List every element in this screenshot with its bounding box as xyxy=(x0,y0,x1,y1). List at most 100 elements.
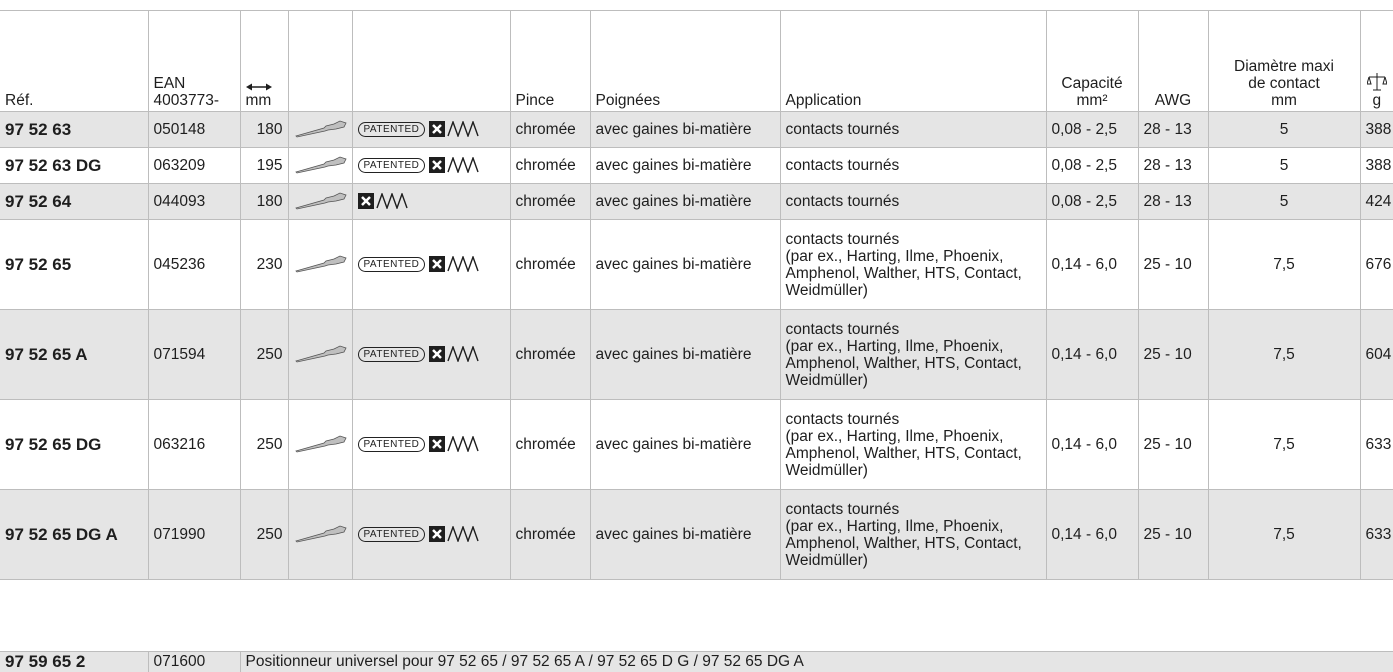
cell-features: PATENTED xyxy=(352,310,510,400)
cell-length: 250 xyxy=(240,400,288,490)
cell-diametre: 5 xyxy=(1208,148,1360,184)
cell-weight: 633 xyxy=(1360,490,1393,580)
cell-application: contacts tournés(par ex., Harting, Ilme,… xyxy=(780,400,1046,490)
header-row: Réf. EAN4003773- mm Pince Poignées Appli… xyxy=(0,11,1393,112)
cell-image xyxy=(288,148,352,184)
cell-application: contacts tournés xyxy=(780,184,1046,220)
ratchet-icon xyxy=(429,436,445,452)
ratchet-icon xyxy=(429,256,445,272)
spring-icon xyxy=(447,157,479,173)
cell-features: PATENTED xyxy=(352,148,510,184)
spring-icon xyxy=(447,436,479,452)
cell-capacite: 0,14 - 6,0 xyxy=(1046,400,1138,490)
cell-weight: 388 xyxy=(1360,112,1393,148)
cell-weight: 604 xyxy=(1360,310,1393,400)
ratchet-icon xyxy=(358,193,374,209)
ratchet-icon xyxy=(429,526,445,542)
table-row: 97 52 65 DG 063216 250 PATENTED chromée … xyxy=(0,400,1393,490)
cell-pince: chromée xyxy=(510,148,590,184)
cell-diametre: 7,5 xyxy=(1208,310,1360,400)
header-application: Application xyxy=(780,11,1046,112)
table-row: 97 52 63 050148 180 PATENTED chromée ave… xyxy=(0,112,1393,148)
cell-ean: 050148 xyxy=(148,112,240,148)
patented-badge: PATENTED xyxy=(358,527,426,542)
cell-poignees: avec gaines bi-matière xyxy=(590,400,780,490)
cell-awg: 28 - 13 xyxy=(1138,184,1208,220)
cell-awg: 25 - 10 xyxy=(1138,220,1208,310)
cell-features: PATENTED xyxy=(352,220,510,310)
cell-features: PATENTED xyxy=(352,490,510,580)
cell-features xyxy=(352,184,510,220)
cell-weight: 633 xyxy=(1360,400,1393,490)
patented-badge: PATENTED xyxy=(358,437,426,452)
cell-pince: chromée xyxy=(510,490,590,580)
cell-length: 180 xyxy=(240,112,288,148)
cell-ref: 97 52 64 xyxy=(0,184,148,220)
crimp-contact-icon xyxy=(294,156,348,174)
cell-ean: 063209 xyxy=(148,148,240,184)
cell-ref: 97 52 65 xyxy=(0,220,148,310)
cell-image xyxy=(288,220,352,310)
cell-pince: chromée xyxy=(510,184,590,220)
cell-description: Positionneur universel pour 97 52 65 / 9… xyxy=(240,652,1393,672)
cell-pince: chromée xyxy=(510,220,590,310)
cell-diametre: 5 xyxy=(1208,184,1360,220)
ratchet-icon xyxy=(429,121,445,137)
table-row: 97 52 65 DG A 071990 250 PATENTED chromé… xyxy=(0,490,1393,580)
cell-diametre: 5 xyxy=(1208,112,1360,148)
cell-capacite: 0,08 - 2,5 xyxy=(1046,148,1138,184)
cell-awg: 25 - 10 xyxy=(1138,490,1208,580)
cell-pince: chromée xyxy=(510,310,590,400)
ratchet-icon xyxy=(429,346,445,362)
cell-ref: 97 52 63 DG xyxy=(0,148,148,184)
cell-weight: 388 xyxy=(1360,148,1393,184)
table-row: 97 52 64 044093 180 chromée avec gaines … xyxy=(0,184,1393,220)
cell-image xyxy=(288,310,352,400)
cell-poignees: avec gaines bi-matière xyxy=(590,112,780,148)
cell-ean: 071594 xyxy=(148,310,240,400)
crimp-contact-icon xyxy=(294,192,348,210)
scale-icon xyxy=(1367,72,1387,92)
patented-badge: PATENTED xyxy=(358,158,426,173)
cell-weight: 424 xyxy=(1360,184,1393,220)
cell-pince: chromée xyxy=(510,112,590,148)
spring-icon xyxy=(447,346,479,362)
cell-ean: 071990 xyxy=(148,490,240,580)
spring-icon xyxy=(447,256,479,272)
cell-length: 180 xyxy=(240,184,288,220)
cell-length: 230 xyxy=(240,220,288,310)
cell-awg: 25 - 10 xyxy=(1138,310,1208,400)
cell-poignees: avec gaines bi-matière xyxy=(590,220,780,310)
cell-awg: 28 - 13 xyxy=(1138,112,1208,148)
header-ref: Réf. xyxy=(0,11,148,112)
cell-application: contacts tournés(par ex., Harting, Ilme,… xyxy=(780,490,1046,580)
cell-application: contacts tournés(par ex., Harting, Ilme,… xyxy=(780,310,1046,400)
double-arrow-icon xyxy=(246,82,272,92)
spring-icon xyxy=(376,193,408,209)
cell-length: 250 xyxy=(240,490,288,580)
header-weight: g xyxy=(1360,11,1393,112)
cell-poignees: avec gaines bi-matière xyxy=(590,490,780,580)
cell-ref: 97 52 63 xyxy=(0,112,148,148)
cell-ref: 97 52 65 A xyxy=(0,310,148,400)
table-row: 97 59 65 2 071600 Positionneur universel… xyxy=(0,652,1393,672)
cell-capacite: 0,14 - 6,0 xyxy=(1046,220,1138,310)
cell-diametre: 7,5 xyxy=(1208,400,1360,490)
cell-ean: 071600 xyxy=(148,652,240,672)
patented-badge: PATENTED xyxy=(358,347,426,362)
cell-application: contacts tournés xyxy=(780,112,1046,148)
cell-application: contacts tournés(par ex., Harting, Ilme,… xyxy=(780,220,1046,310)
cell-length: 195 xyxy=(240,148,288,184)
cell-diametre: 7,5 xyxy=(1208,490,1360,580)
header-image xyxy=(288,11,352,112)
table-row: 97 52 63 DG 063209 195 PATENTED chromée … xyxy=(0,148,1393,184)
header-pince: Pince xyxy=(510,11,590,112)
cell-capacite: 0,08 - 2,5 xyxy=(1046,184,1138,220)
header-features xyxy=(352,11,510,112)
header-length: mm xyxy=(240,11,288,112)
cell-ean: 044093 xyxy=(148,184,240,220)
cell-awg: 25 - 10 xyxy=(1138,400,1208,490)
product-table-page: { "header": { "ref": "Réf.", "ean_line1"… xyxy=(0,0,1393,671)
cell-features: PATENTED xyxy=(352,400,510,490)
crimp-contact-icon xyxy=(294,435,348,453)
